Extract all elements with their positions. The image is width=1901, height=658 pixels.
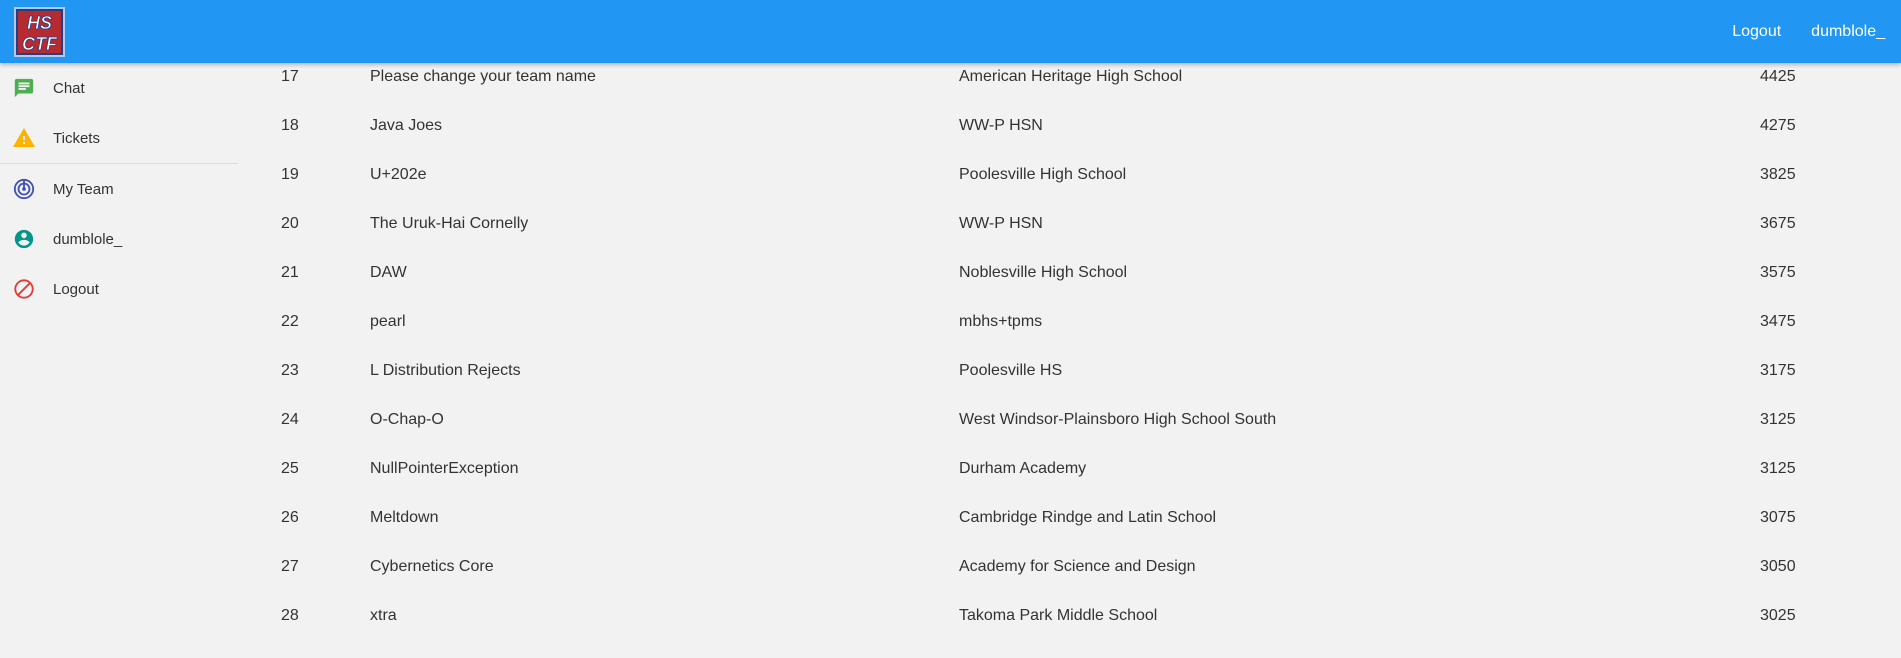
school-cell: Poolesville HS (959, 362, 1063, 379)
score-cell: 4425 (1760, 68, 1796, 85)
table-row: 17 Please change your team name American… (238, 63, 1901, 112)
school-cell: mbhs+tpms (959, 313, 1043, 330)
table-row: 28 xtra Takoma Park Middle School 3025 (238, 602, 1901, 651)
score-cell: 3050 (1760, 558, 1796, 575)
radar-icon (12, 177, 36, 201)
team-name-cell[interactable]: DAW (370, 263, 407, 283)
scoreboard-table: 17 Please change your team name American… (238, 63, 1901, 658)
header-username-link[interactable]: dumblole_ (1811, 23, 1885, 41)
block-icon (12, 277, 36, 301)
score-cell: 3825 (1760, 166, 1796, 183)
school-cell: Cambridge Rindge and Latin School (959, 509, 1217, 526)
team-name-cell[interactable]: O-Chap-O (370, 410, 444, 430)
sidebar-item-chat[interactable]: Chat (0, 63, 238, 113)
table-row: 26 Meltdown Cambridge Rindge and Latin S… (238, 504, 1901, 553)
score-cell: 3575 (1760, 264, 1796, 281)
team-name-cell[interactable]: Java Joes (370, 116, 442, 136)
svg-text:HS: HS (27, 13, 52, 33)
team-name-cell[interactable]: L Distribution Rejects (370, 361, 521, 381)
score-cell: 3475 (1760, 313, 1796, 330)
school-cell: Durham Academy (959, 460, 1087, 477)
top-app-bar: HS CTF Logout dumblole_ (0, 0, 1901, 63)
team-name-cell[interactable]: pearl (370, 312, 406, 332)
team-name-cell[interactable]: Cybernetics Core (370, 557, 494, 577)
rank-cell: 17 (281, 68, 299, 85)
sidebar-item-profile[interactable]: dumblole_ (0, 214, 238, 264)
score-cell: 3025 (1760, 607, 1796, 624)
rank-cell: 26 (281, 509, 299, 526)
sidebar-item-logout[interactable]: Logout (0, 264, 238, 314)
rank-cell: 19 (281, 166, 299, 183)
table-row: 24 O-Chap-O West Windsor-Plainsboro High… (238, 406, 1901, 455)
table-row: 25 NullPointerException Durham Academy 3… (238, 455, 1901, 504)
school-cell: WW-P HSN (959, 117, 1043, 134)
school-cell: Academy for Science and Design (959, 558, 1196, 575)
team-name-cell[interactable]: Please change your team name (370, 67, 596, 87)
team-name-cell[interactable]: U+202e (370, 165, 427, 185)
table-row: 19 U+202e Poolesville High School 3825 (238, 161, 1901, 210)
table-row: 18 Java Joes WW-P HSN 4275 (238, 112, 1901, 161)
warning-icon (12, 126, 36, 150)
team-name-cell[interactable]: NullPointerException (370, 459, 519, 479)
rank-cell: 21 (281, 264, 299, 281)
sidebar-item-tickets[interactable]: Tickets (0, 113, 238, 163)
rank-cell: 18 (281, 117, 299, 134)
rank-cell: 20 (281, 215, 299, 232)
score-cell: 3125 (1760, 411, 1796, 428)
rank-cell: 24 (281, 411, 299, 428)
team-name-cell[interactable]: The Uruk-Hai Cornelly (370, 214, 528, 234)
school-cell: Noblesville High School (959, 264, 1128, 281)
sidebar-item-label: My Team (53, 180, 114, 198)
header-logout-link[interactable]: Logout (1732, 23, 1781, 41)
sidebar-item-label: Chat (53, 79, 85, 97)
table-row: 23 L Distribution Rejects Poolesville HS… (238, 357, 1901, 406)
school-cell: Poolesville High School (959, 166, 1127, 183)
svg-text:CTF: CTF (22, 34, 58, 54)
rank-cell: 22 (281, 313, 299, 330)
rank-cell: 27 (281, 558, 299, 575)
team-name-cell[interactable]: xtra (370, 606, 397, 626)
sidebar-item-my-team[interactable]: My Team (0, 164, 238, 214)
chat-icon (12, 76, 36, 100)
sidebar-item-label: Logout (53, 280, 99, 298)
score-cell: 3175 (1760, 362, 1796, 379)
rank-cell: 25 (281, 460, 299, 477)
sidebar-item-label: Tickets (53, 129, 100, 147)
table-row: 20 The Uruk-Hai Cornelly WW-P HSN 3675 (238, 210, 1901, 259)
school-cell: American Heritage High School (959, 68, 1183, 85)
hsctf-logo[interactable]: HS CTF (14, 7, 65, 57)
sidebar-item-label: dumblole_ (53, 230, 123, 248)
score-cell: 3075 (1760, 509, 1796, 526)
score-cell: 3125 (1760, 460, 1796, 477)
table-row: 21 DAW Noblesville High School 3575 (238, 259, 1901, 308)
sidebar: Chat Tickets My Team dumblole_ Logout (0, 63, 238, 658)
school-cell: Takoma Park Middle School (959, 607, 1158, 624)
table-row: 27 Cybernetics Core Academy for Science … (238, 553, 1901, 602)
team-name-cell[interactable]: Meltdown (370, 508, 438, 528)
account-circle-icon (12, 227, 36, 251)
school-cell: WW-P HSN (959, 215, 1043, 232)
school-cell: West Windsor-Plainsboro High School Sout… (959, 411, 1277, 428)
score-cell: 4275 (1760, 117, 1796, 134)
score-cell: 3675 (1760, 215, 1796, 232)
table-row: 22 pearl mbhs+tpms 3475 (238, 308, 1901, 357)
rank-cell: 23 (281, 362, 299, 379)
rank-cell: 28 (281, 607, 299, 624)
